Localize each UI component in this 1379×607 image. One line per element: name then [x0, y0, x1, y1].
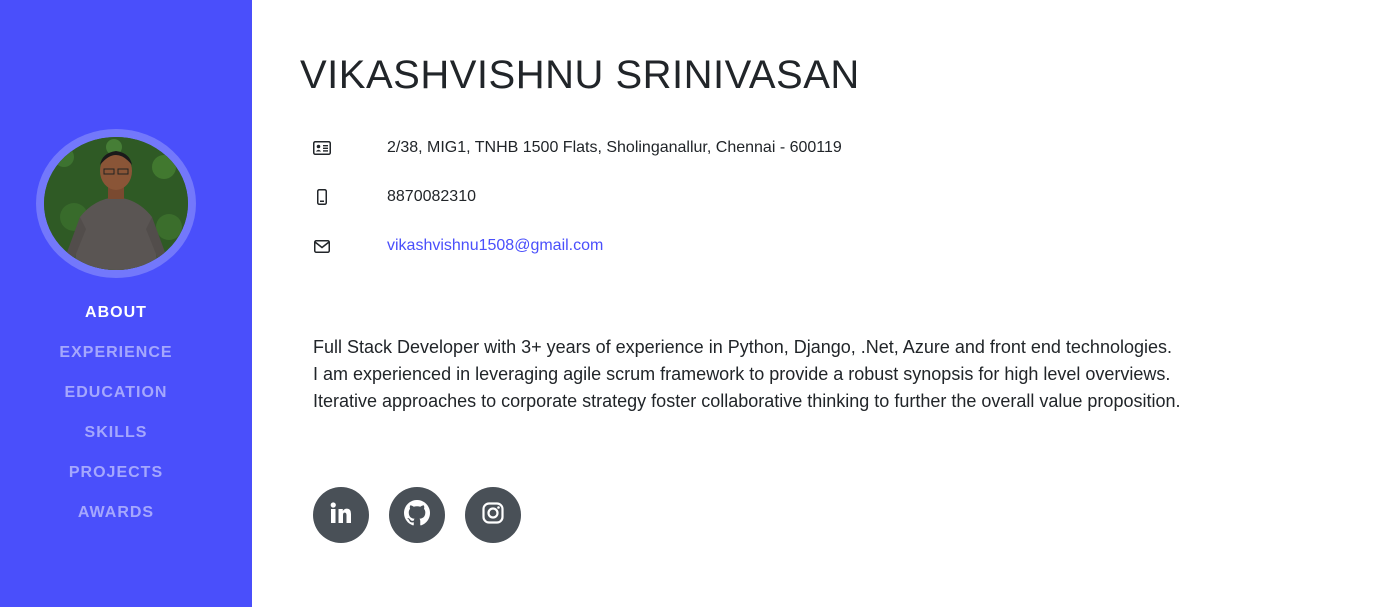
bio: Full Stack Developer with 3+ years of ex… — [313, 334, 1313, 415]
nav-item-awards[interactable]: AWARDS — [0, 493, 232, 533]
sidebar: ABOUT EXPERIENCE EDUCATION SKILLS PROJEC… — [0, 0, 252, 607]
bio-line: Full Stack Developer with 3+ years of ex… — [313, 337, 1172, 357]
nav-item-skills[interactable]: SKILLS — [0, 413, 232, 453]
profile-photo — [44, 137, 188, 270]
nav-item-projects[interactable]: PROJECTS — [0, 453, 232, 493]
phone-row: 8870082310 — [313, 185, 1213, 209]
address-row: 2/38, MIG1, TNHB 1500 Flats, Sholinganal… — [313, 136, 1213, 160]
address-card-icon — [313, 139, 331, 157]
main-content: VIKASHVISHNU SRINIVASAN 2/38, MIG1, TNHB… — [252, 0, 1379, 607]
nav-item-about[interactable]: ABOUT — [0, 293, 232, 333]
instagram-icon — [482, 501, 504, 529]
nav-item-experience[interactable]: EXPERIENCE — [0, 333, 232, 373]
phone-text: 8870082310 — [387, 188, 476, 205]
linkedin-icon — [330, 501, 352, 529]
address-text: 2/38, MIG1, TNHB 1500 Flats, Sholinganal… — [387, 139, 842, 156]
linkedin-button[interactable] — [313, 487, 369, 543]
profile-photo-frame — [36, 129, 196, 278]
email-link[interactable]: vikashvishnu1508@gmail.com — [387, 237, 603, 255]
sidebar-nav: ABOUT EXPERIENCE EDUCATION SKILLS PROJEC… — [0, 293, 232, 533]
envelope-icon — [313, 237, 331, 255]
instagram-button[interactable] — [465, 487, 521, 543]
github-button[interactable] — [389, 487, 445, 543]
page-title: VIKASHVISHNU SRINIVASAN — [300, 53, 860, 97]
nav-item-education[interactable]: EDUCATION — [0, 373, 232, 413]
email-row: vikashvishnu1508@gmail.com — [313, 234, 1213, 258]
bio-line: I am experienced in leveraging agile scr… — [313, 364, 1171, 384]
mobile-phone-icon — [313, 188, 331, 206]
bio-line: Iterative approaches to corporate strate… — [313, 391, 1181, 411]
social-links — [313, 487, 521, 543]
github-icon — [404, 499, 430, 531]
